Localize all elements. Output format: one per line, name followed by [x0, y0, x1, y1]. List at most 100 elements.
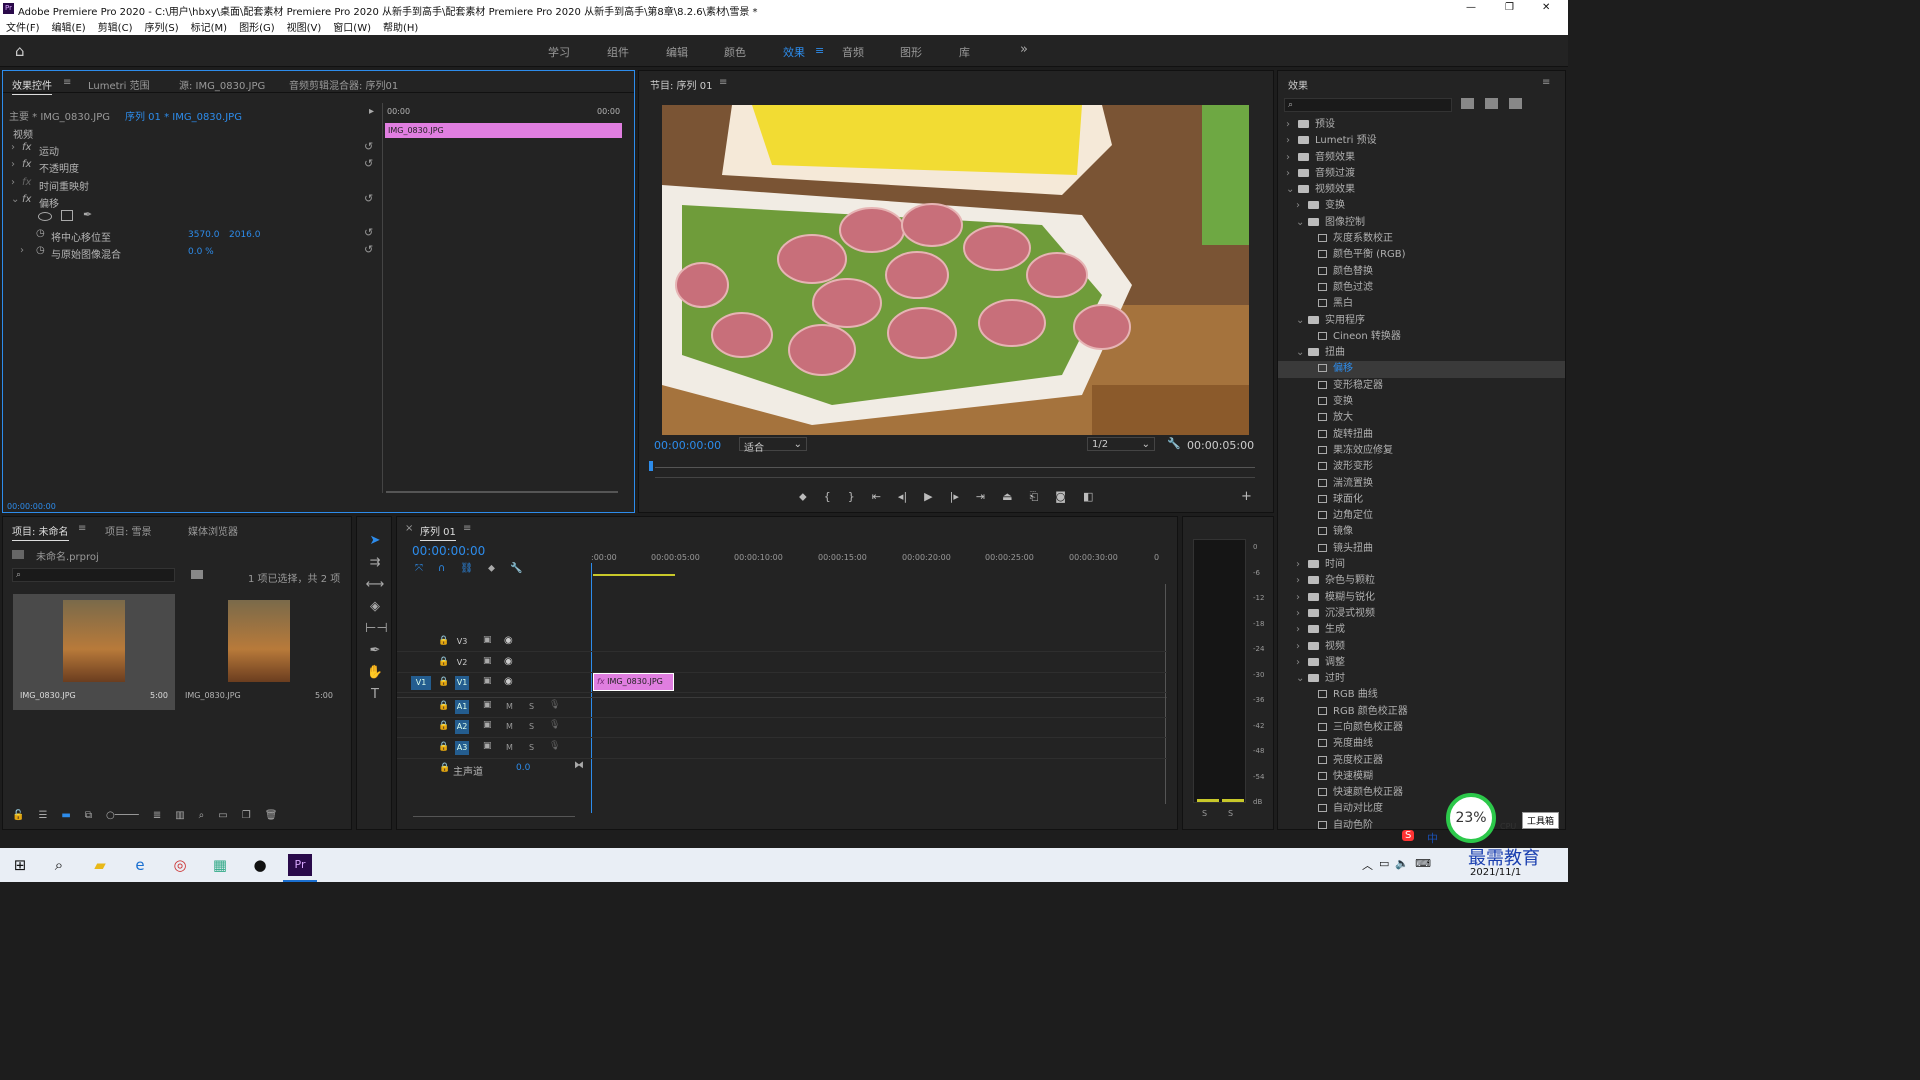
close-sequence-icon[interactable]: × [405, 523, 413, 534]
sogou-ime-icon[interactable]: S [1402, 830, 1415, 841]
workspace-tab[interactable]: 编辑 [666, 44, 688, 60]
track-lock-icon[interactable]: 🔒 [438, 721, 449, 731]
film-icon[interactable]: ▣ [483, 635, 492, 645]
effect-tree-item[interactable]: 颜色过滤 [1278, 280, 1565, 296]
fx-icon[interactable]: fx [22, 159, 31, 170]
zoom-scrollbar[interactable] [386, 491, 618, 493]
effect-tree-item[interactable]: ⌄ 扭曲 [1278, 345, 1565, 361]
effect-tree-item[interactable]: 快速颜色校正器 [1278, 785, 1565, 801]
panel-menu-icon[interactable]: ≡ [63, 77, 71, 88]
panel-menu-icon[interactable]: ≡ [1542, 77, 1550, 88]
microphone-icon[interactable]: 🎙 [549, 741, 560, 751]
find-icon[interactable]: ⌕ [199, 810, 205, 824]
microphone-icon[interactable]: 🎙 [549, 700, 560, 710]
new-bin-from-search-icon[interactable] [191, 570, 203, 579]
type-tool-icon[interactable]: T [365, 687, 385, 702]
track-lane[interactable] [397, 672, 1167, 673]
film-icon[interactable]: ▣ [483, 720, 492, 730]
solo-left-button[interactable]: S [1202, 809, 1207, 818]
effect-tree-item[interactable]: › 音频过渡 [1278, 166, 1565, 182]
go-to-in-icon[interactable]: ⇤ [872, 490, 881, 506]
program-ruler[interactable] [655, 467, 1255, 468]
workspace-menu-icon[interactable]: ≡ [815, 44, 824, 57]
new-bin-icon[interactable]: ▭ [218, 810, 227, 824]
effect-tree-item[interactable]: ⌄ 视频效果 [1278, 182, 1565, 198]
effects-panel-title[interactable]: 效果 [1288, 77, 1308, 92]
effect-tree-item[interactable]: › 杂色与颗粒 [1278, 573, 1565, 589]
workspace-tab[interactable]: 学习 [548, 44, 570, 60]
workspace-tab[interactable]: 音频 [842, 44, 864, 60]
expand-chevron-icon[interactable]: › [11, 159, 15, 170]
timeline-timecode[interactable]: 00:00:00:00 [412, 544, 485, 558]
home-icon[interactable]: ⌂ [15, 42, 25, 60]
solo-button[interactable]: S [529, 743, 534, 752]
file-explorer-icon[interactable]: ▰ [88, 854, 112, 876]
workspace-tab[interactable]: 颜色 [724, 44, 746, 60]
step-forward-icon[interactable]: |▸ [950, 490, 959, 506]
effect-tree-item[interactable]: › 沉浸式视频 [1278, 606, 1565, 622]
tab-source[interactable]: 源: IMG_0830.JPG [179, 77, 265, 92]
volume-icon[interactable]: 🔈 [1395, 857, 1409, 873]
effect-tree-item[interactable]: 球面化 [1278, 492, 1565, 508]
camera-icon[interactable]: ◙ [1055, 490, 1066, 506]
work-area-bar[interactable] [593, 574, 675, 576]
eye-icon[interactable]: ◉ [504, 635, 513, 646]
track-lock-icon[interactable]: 🔒 [438, 677, 449, 687]
yuv-effects-icon[interactable] [1509, 98, 1522, 109]
effect-tree-item[interactable]: 边角定位 [1278, 508, 1565, 524]
track-lock-icon[interactable]: 🔒 [438, 701, 449, 711]
tab-media-browser[interactable]: 媒体浏览器 [188, 523, 238, 538]
track-lane[interactable] [397, 758, 1167, 759]
effect-tree-item[interactable]: ⌄ 实用程序 [1278, 313, 1565, 329]
reset-icon[interactable]: ↺ [364, 192, 373, 205]
app-icon[interactable]: ◎ [168, 854, 192, 876]
pen-tool-icon[interactable]: ✒ [365, 643, 385, 658]
effect-tree-item[interactable]: 三向颜色校正器 [1278, 720, 1565, 736]
track-target-a3[interactable]: A3 [455, 741, 469, 755]
freeform-view-icon[interactable]: ⧉ [85, 810, 92, 824]
cpu-monitor-widget[interactable]: 23% [1446, 793, 1496, 843]
program-monitor-title[interactable]: 节目: 序列 01 [650, 77, 712, 92]
project-search-input[interactable]: ⌕ [12, 568, 175, 582]
film-icon[interactable]: ▣ [483, 676, 492, 686]
network-icon[interactable]: ▭ [1379, 857, 1389, 873]
razor-tool-icon[interactable]: ◈ [365, 599, 385, 614]
tab-sequence-01[interactable]: 序列 01 [420, 523, 456, 541]
ime-mode[interactable]: 中 [1427, 830, 1438, 846]
icon-view-icon[interactable]: ▬ [61, 810, 70, 824]
slip-tool-icon[interactable]: ⊢⊣ [365, 621, 388, 636]
effect-tree-item[interactable]: › Lumetri 预设 [1278, 133, 1565, 149]
selection-tool-icon[interactable]: ➤ [365, 533, 385, 548]
stopwatch-icon[interactable]: ◷ [36, 245, 45, 256]
track-target-a1[interactable]: A1 [455, 700, 469, 714]
mute-button[interactable]: M [506, 743, 513, 752]
master-clip-label[interactable]: 主要 * IMG_0830.JPG [9, 108, 110, 123]
track-lane[interactable] [397, 737, 1167, 738]
center-x-value[interactable]: 3570.0 [188, 230, 220, 240]
menu-item[interactable]: 帮助(H) [383, 19, 418, 34]
timeline-clip[interactable]: fx IMG_0830.JPG [593, 673, 674, 691]
ec-timecode[interactable]: 00:00:00:00 [7, 502, 56, 511]
track-lock-icon[interactable]: 🔒 [438, 636, 449, 646]
fx-icon[interactable]: fx [22, 142, 31, 153]
solo-button[interactable]: S [529, 722, 534, 731]
add-marker-icon[interactable]: ⬥ [799, 490, 807, 506]
track-target-a2[interactable]: A2 [455, 720, 469, 734]
horizontal-scrollbar[interactable] [413, 816, 575, 817]
blend-value[interactable]: 0.0 % [188, 247, 214, 257]
film-icon[interactable]: ▣ [483, 741, 492, 751]
track-lane[interactable] [397, 717, 1167, 718]
mark-out-icon[interactable]: } [848, 490, 855, 506]
32bit-effects-icon[interactable] [1485, 98, 1498, 109]
input-icon[interactable]: ⌨ [1415, 857, 1431, 873]
effect-tree-item[interactable]: ⌄ 图像控制 [1278, 215, 1565, 231]
list-view-icon[interactable]: ☰ [38, 810, 47, 824]
program-scrollbar[interactable] [655, 477, 1255, 478]
fx-icon[interactable]: fx [22, 177, 31, 188]
tray-chevron-icon[interactable]: ︿ [1362, 857, 1373, 873]
track-lock-icon[interactable]: 🔒 [438, 742, 449, 752]
workspace-tab[interactable]: 库 [959, 44, 970, 60]
panel-menu-icon[interactable]: ≡ [719, 77, 727, 88]
more-workspaces-button[interactable]: » [1020, 42, 1028, 57]
effect-tree-item[interactable]: › 模糊与锐化 [1278, 590, 1565, 606]
